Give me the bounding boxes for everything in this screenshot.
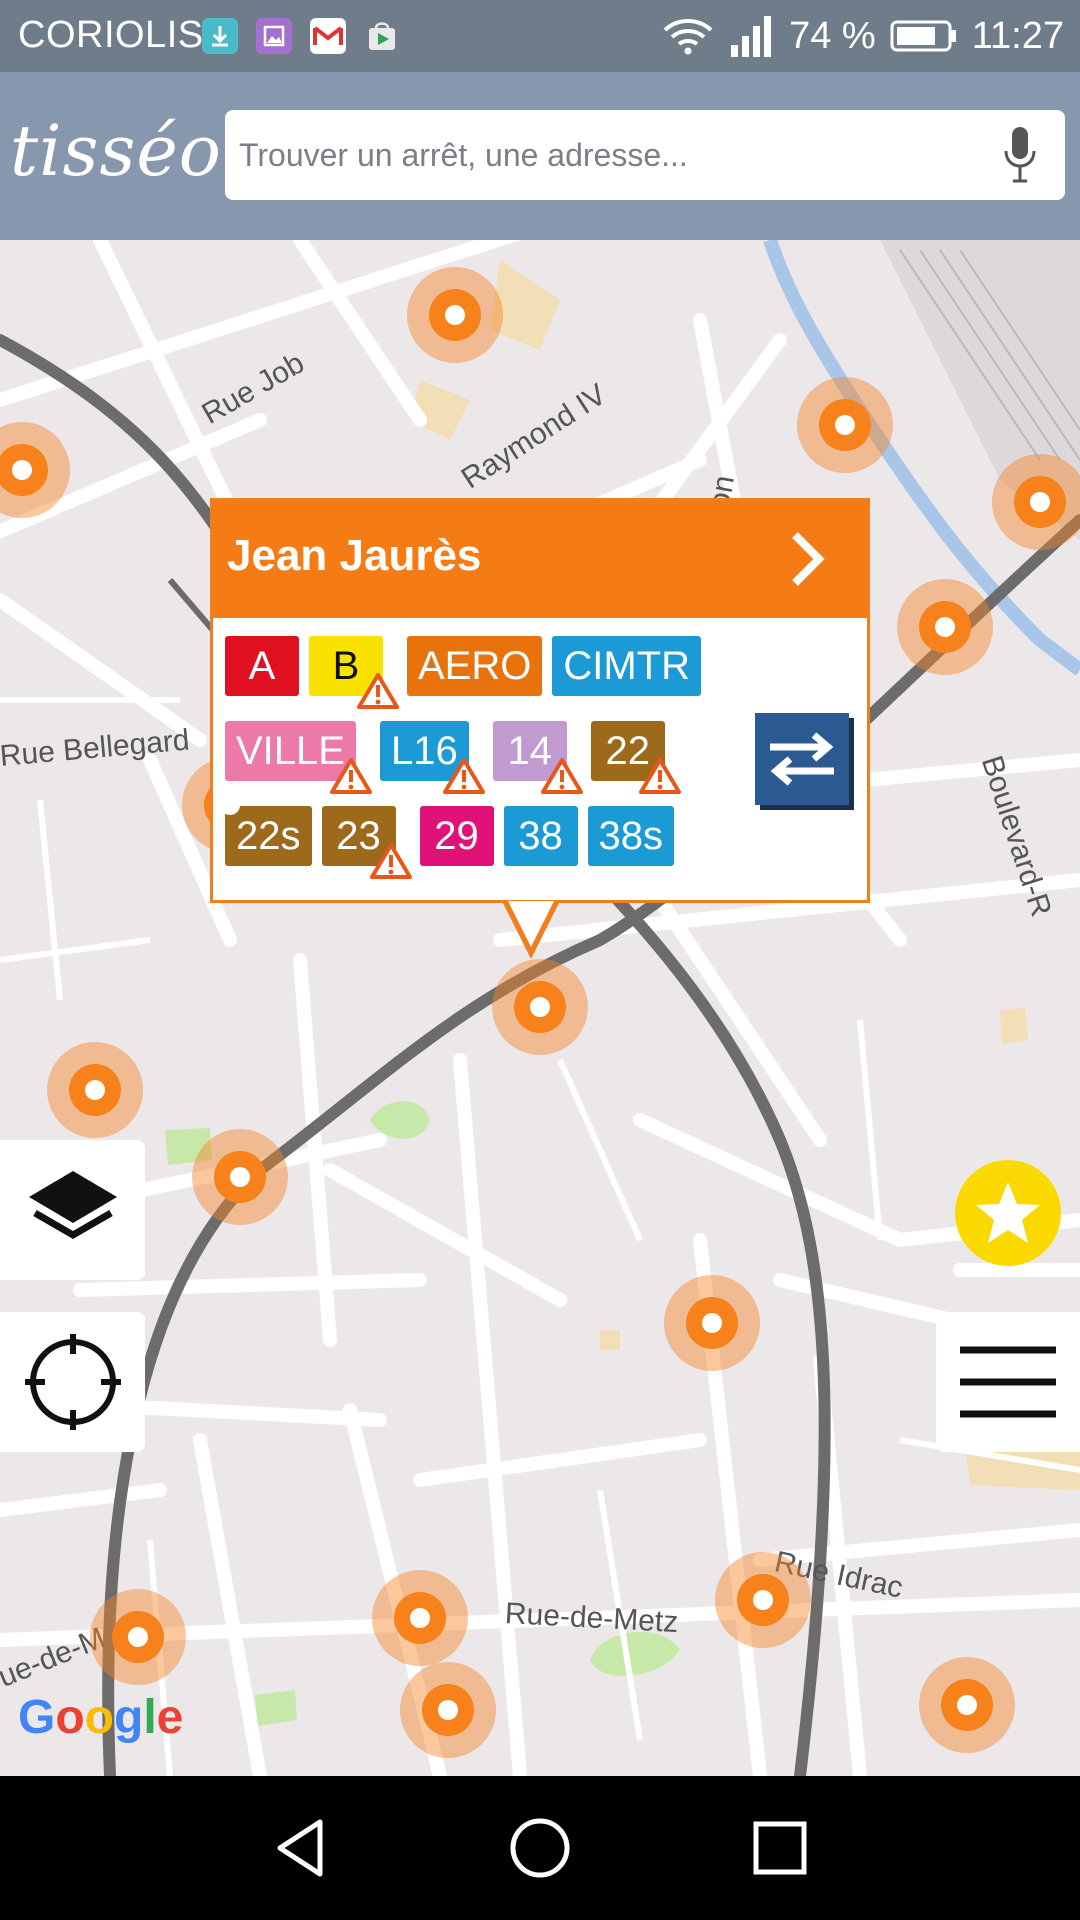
transit-stop-marker[interactable] <box>992 454 1080 550</box>
line-badge[interactable]: 22 <box>590 721 681 794</box>
stop-header[interactable]: Jean Jaurès <box>213 501 867 618</box>
play-store-icon <box>364 18 400 54</box>
alert-warning-icon <box>369 843 412 879</box>
google-attribution: Google <box>18 1691 184 1744</box>
line-badge[interactable]: B <box>309 636 399 709</box>
line-badge[interactable]: 14 <box>492 721 583 794</box>
line-badge[interactable]: AERO <box>407 636 543 696</box>
clock: 11:27 <box>971 14 1064 57</box>
transit-stop-marker[interactable] <box>715 1552 811 1648</box>
layers-button[interactable] <box>0 1140 145 1280</box>
stop-name: Jean Jaurès <box>227 531 482 580</box>
microphone-icon[interactable] <box>975 110 1065 200</box>
alert-warning-icon <box>442 758 485 794</box>
search-bar[interactable] <box>225 110 1065 200</box>
alert-warning-icon <box>357 673 399 709</box>
line-badge[interactable]: CIMTR <box>552 636 701 696</box>
recents-icon[interactable] <box>748 1816 812 1880</box>
download-icon <box>202 18 238 54</box>
transit-stop-marker[interactable] <box>372 1570 468 1666</box>
transit-stop-marker[interactable] <box>400 1662 496 1758</box>
favorites-button[interactable] <box>955 1160 1061 1266</box>
line-badge-label: VILLE <box>236 728 345 773</box>
line-badge-label: 38 <box>518 813 563 858</box>
hamburger-menu-icon <box>960 1346 1056 1418</box>
status-bar: CORIOLIS 74 % 11:27 <box>0 0 1080 72</box>
app-header: tisséo <box>0 72 1080 240</box>
line-badge[interactable]: 38s <box>587 806 674 866</box>
line-badge[interactable]: 38 <box>503 806 578 866</box>
line-badge-label: A <box>248 643 276 688</box>
system-nav-bar <box>0 1776 1080 1920</box>
alert-warning-icon <box>540 758 583 794</box>
transit-stop-marker[interactable] <box>407 267 503 363</box>
tisseo-logo: tisséo <box>10 110 222 192</box>
line-list: A B AERO CIMTR VILLE L16 14 22 22s 23 29 38 38s <box>225 636 745 891</box>
transit-stop-marker-selected[interactable] <box>492 959 588 1055</box>
line-badge[interactable]: 22s <box>225 806 312 866</box>
line-badge-label: 22s <box>236 813 301 858</box>
line-badge[interactable]: 23 <box>321 806 412 879</box>
stop-info-popup: Jean Jaurès A B AERO CIMTR VILLE L16 14 22 22s 23… <box>210 498 870 959</box>
swap-direction-button[interactable] <box>755 713 849 805</box>
wifi-icon <box>663 19 713 55</box>
line-row: 22s 23 29 38 38s <box>225 806 745 879</box>
line-badge-label: AERO <box>418 643 532 688</box>
home-icon[interactable] <box>508 1816 572 1880</box>
back-icon[interactable] <box>270 1816 334 1880</box>
carrier-name: CORIOLIS <box>18 14 204 56</box>
crosshair-icon <box>24 1334 121 1430</box>
chevron-right-icon[interactable] <box>777 529 837 589</box>
transit-stop-marker[interactable] <box>897 579 993 675</box>
transit-stop-marker[interactable] <box>919 1657 1015 1753</box>
transit-stop-marker[interactable] <box>47 1042 143 1138</box>
transit-stop-marker[interactable] <box>90 1589 186 1685</box>
line-row: VILLE L16 14 22 <box>225 721 745 794</box>
signal-icon <box>731 16 772 57</box>
popup-pointer <box>503 901 559 959</box>
alert-warning-icon <box>329 758 372 794</box>
battery-percent: 74 % <box>789 14 876 57</box>
line-badge[interactable]: A <box>225 636 299 696</box>
transit-stop-marker[interactable] <box>664 1275 760 1371</box>
search-input[interactable] <box>225 110 975 200</box>
line-badge-label: 38s <box>598 813 664 858</box>
swap-arrows-icon <box>770 732 834 786</box>
transit-stop-marker[interactable] <box>192 1129 288 1225</box>
battery-icon <box>890 20 956 52</box>
line-badge[interactable]: VILLE <box>225 721 372 794</box>
menu-button[interactable] <box>936 1312 1080 1452</box>
map-view[interactable]: Rue Job Raymond IV fon Rue Bellegard Bou… <box>0 240 1080 1776</box>
layers-icon <box>28 1171 117 1240</box>
gmail-icon <box>310 18 346 54</box>
star-icon <box>976 1182 1040 1243</box>
line-badge-label: CIMTR <box>563 643 690 688</box>
line-badge-label: B <box>332 643 360 688</box>
line-row: A B AERO CIMTR <box>225 636 745 709</box>
transit-stop-marker[interactable] <box>797 377 893 473</box>
locate-me-button[interactable] <box>0 1312 145 1452</box>
line-badge[interactable]: L16 <box>379 721 485 794</box>
alert-warning-icon <box>638 758 681 794</box>
gallery-icon <box>256 18 292 54</box>
line-badge-label: 29 <box>434 813 479 858</box>
line-badge[interactable]: 29 <box>419 806 494 866</box>
